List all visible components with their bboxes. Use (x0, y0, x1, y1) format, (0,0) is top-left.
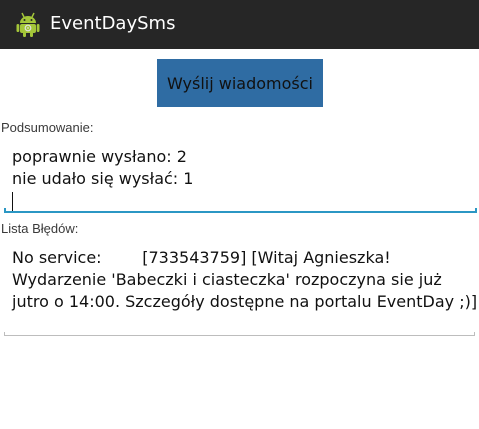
summary-line-sent: poprawnie wysłano: 2 (12, 147, 187, 166)
send-messages-button[interactable]: Wyślij wiadomości (157, 59, 323, 107)
summary-label: Podsumowanie: (1, 120, 94, 135)
summary-field[interactable]: poprawnie wysłano: 2 nie udało się wysła… (4, 146, 475, 214)
errors-line: No service: [733543759] [Witaj Agnieszka… (12, 248, 391, 267)
errors-field[interactable]: No service: [733543759] [Witaj Agnieszka… (4, 247, 478, 313)
android-icon (16, 12, 40, 37)
errors-line: jutro o 14:00. Szczegóły dostępne na por… (12, 292, 478, 311)
summary-line-failed: nie udało się wysłać: 1 (12, 169, 194, 188)
text-cursor (12, 191, 13, 212)
errors-label: Lista Błędów: (1, 221, 79, 236)
action-bar: EventDaySms (0, 0, 479, 49)
errors-field-underline (4, 332, 475, 336)
summary-field-underline (4, 208, 477, 213)
app-screen: EventDaySms Wyślij wiadomości Podsumowan… (0, 0, 479, 429)
app-title: EventDaySms (50, 13, 176, 34)
errors-line: Wydarzenie 'Babeczki i ciasteczka' rozpo… (12, 270, 442, 289)
